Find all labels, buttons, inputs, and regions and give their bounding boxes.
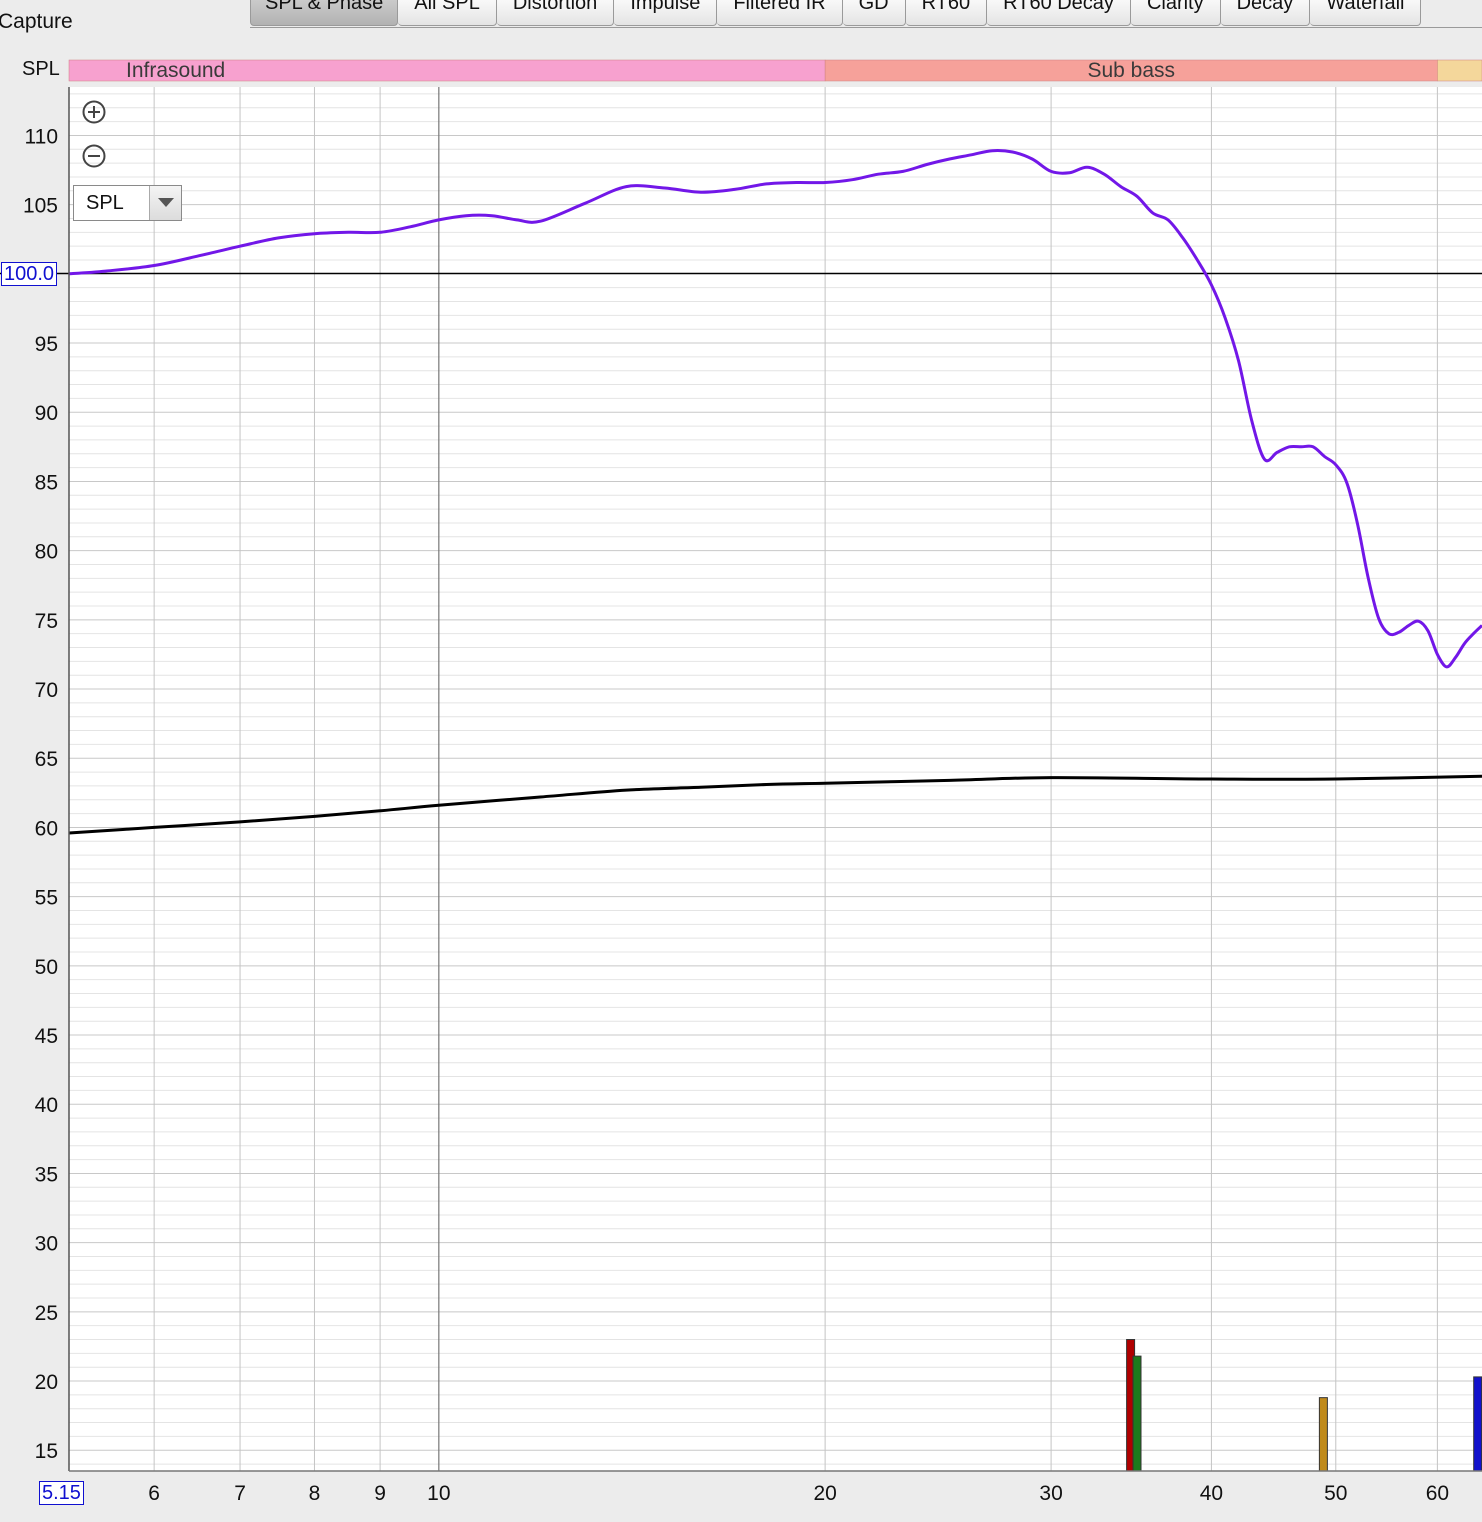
x-tick-label: 8 — [309, 1482, 321, 1505]
y-tick-label: 35 — [35, 1163, 58, 1186]
band-label-0: Infrasound — [126, 59, 225, 82]
x-tick-label: 20 — [813, 1482, 836, 1505]
band-strip: Infrasound Sub bass — [68, 59, 1482, 82]
reference-level-label[interactable]: 100.0 — [1, 262, 58, 286]
x-tick-label: 7 — [234, 1482, 246, 1505]
zoom-out-icon — [82, 144, 106, 168]
y-tick-label: 70 — [35, 679, 58, 702]
y-tick-label: 15 — [35, 1440, 58, 1463]
y-tick-label: 105 — [23, 195, 58, 218]
x-tick-label: 6 — [148, 1482, 160, 1505]
x-start-label[interactable]: 5.15 — [39, 1481, 84, 1505]
x-tick-label: 60 — [1426, 1482, 1449, 1505]
zoom-in-icon — [82, 100, 106, 124]
y-tick-label: 85 — [35, 471, 58, 494]
marker-bar-3 — [1473, 1376, 1482, 1472]
y-tick-label: 40 — [35, 1094, 58, 1117]
y-tick-label: 30 — [35, 1233, 58, 1256]
spl-chart[interactable]: Infrasound Sub bass 152025303540455055606… — [0, 0, 1482, 1522]
x-tick-label: 40 — [1200, 1482, 1223, 1505]
zoom-in-button[interactable] — [81, 99, 107, 125]
marker-bar-1 — [1132, 1355, 1142, 1472]
y-tick-label: 65 — [35, 748, 58, 771]
y-tick-label: 60 — [35, 817, 58, 840]
band-2 — [1437, 59, 1482, 82]
x-tick-label: 9 — [374, 1482, 386, 1505]
y-tick-label: 75 — [35, 610, 58, 633]
y-tick-label: 110 — [25, 125, 58, 148]
measurement-select-value: SPL — [86, 191, 124, 214]
zoom-out-button[interactable] — [81, 143, 107, 169]
x-tick-label: 10 — [427, 1482, 450, 1505]
x-tick-labels: 6 7 8 9 10 20 30 40 50 60 — [148, 1482, 1449, 1505]
chevron-down-icon[interactable] — [149, 186, 181, 220]
y-tick-label: 45 — [35, 1025, 58, 1048]
y-tick-label: 50 — [35, 956, 58, 979]
y-tick-label: 20 — [35, 1371, 58, 1394]
x-tick-label: 30 — [1039, 1482, 1062, 1505]
y-tick-label: 95 — [35, 333, 58, 356]
y-tick-labels: 15 20 25 30 35 40 45 50 55 60 65 70 75 80 85 90 95 110 105 — [23, 125, 58, 1463]
y-tick-label: 80 — [35, 541, 58, 564]
marker-bar-2 — [1318, 1397, 1328, 1472]
y-tick-label: 55 — [35, 887, 58, 910]
y-tick-label: 90 — [35, 402, 58, 425]
measurement-select[interactable]: SPL — [73, 185, 182, 221]
y-tick-label: 25 — [35, 1302, 58, 1325]
x-tick-label: 50 — [1324, 1482, 1347, 1505]
band-label-1: Sub bass — [1087, 59, 1175, 82]
